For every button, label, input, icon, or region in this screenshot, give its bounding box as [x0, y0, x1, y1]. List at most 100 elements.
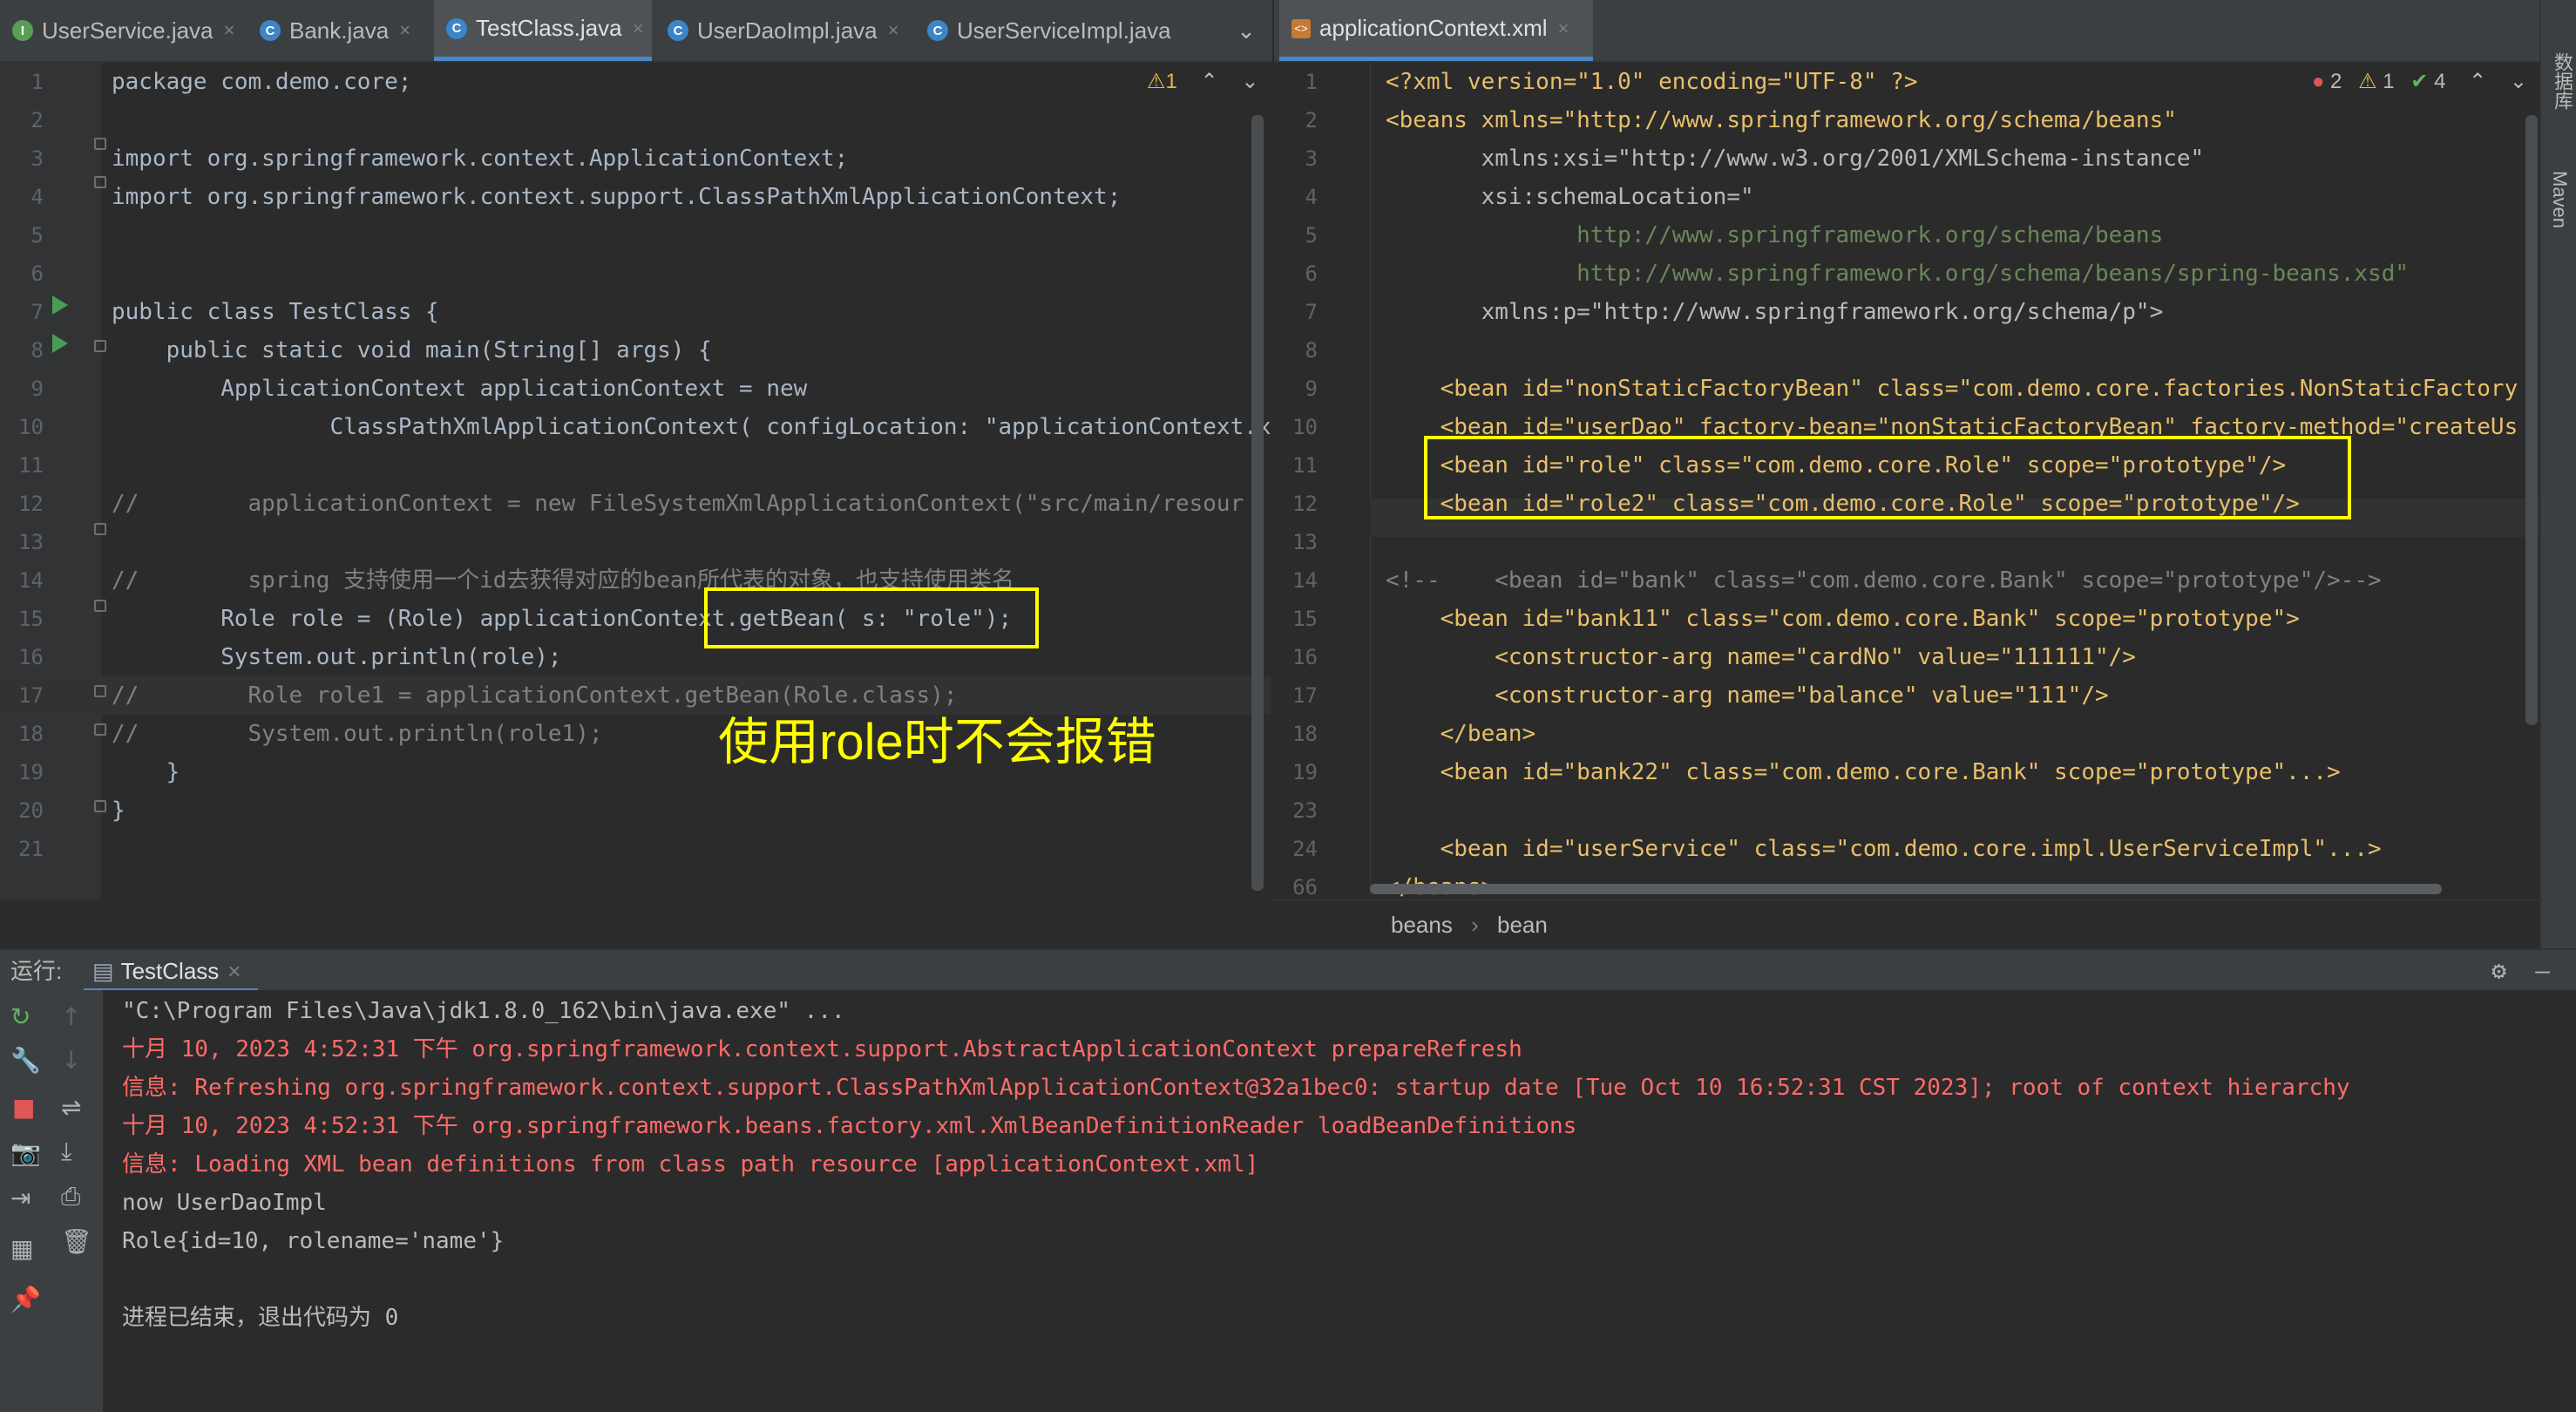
code-text: import org.springframework.context.suppo… — [112, 184, 1122, 210]
close-icon[interactable]: × — [227, 958, 241, 984]
console-line: Role{id=10, rolename='name'} — [122, 1228, 505, 1254]
layout-icon[interactable]: ▦ — [10, 1234, 33, 1263]
line-number: 5 — [1305, 223, 1318, 248]
code-line: 9 ApplicationContext applicationContext … — [0, 370, 1271, 408]
highlight-box-role-beans — [1424, 436, 2351, 519]
stop-icon[interactable]: ■ — [12, 1093, 35, 1122]
minimize-icon[interactable]: — — [2535, 950, 2550, 992]
run-tab-testclass[interactable]: ▤ TestClass × — [84, 950, 258, 992]
tab-label: UserDaoImpl.java — [697, 17, 878, 44]
xml-line: 15 <bean id="bank11" class="com.demo.cor… — [1274, 600, 2539, 638]
class-icon: C — [668, 20, 688, 41]
error-icon: ● — [2311, 70, 2325, 93]
close-icon[interactable]: × — [888, 19, 899, 42]
chevron-down-icon[interactable]: ⌄ — [1241, 70, 1258, 93]
close-icon[interactable]: × — [399, 19, 410, 42]
scroll-to-end-icon[interactable]: ⤓ — [61, 1137, 71, 1166]
xml-line: 4 xsi:schemaLocation=" — [1274, 178, 2539, 216]
java-editor[interactable]: 1 package com.demo.core; 2 3 import org.spri… — [0, 63, 1271, 948]
annotation-text: 使用role时不会报错 — [718, 714, 1156, 770]
console-line: "C:\Program Files\Java\jdk1.8.0_162\bin\… — [122, 998, 845, 1024]
console-line: 十月 10, 2023 4:52:31 下午 org.springframewo… — [122, 1036, 1522, 1062]
tab-label: UserService.java — [42, 17, 214, 44]
line-number: 16 — [1292, 645, 1318, 669]
breadcrumb-item-beans[interactable]: beans — [1391, 912, 1453, 938]
xml-line: 17 <constructor-arg name="balance" value… — [1274, 676, 2539, 715]
print-icon[interactable]: ⎙ — [61, 1182, 80, 1212]
xml-inspection-widget[interactable]: ● 2 ⚠ 1 ✔ 4 ⌃ ⌄ — [2312, 63, 2527, 101]
chevron-up-icon[interactable]: ⌃ — [1201, 70, 1218, 93]
line-number: 12 — [18, 492, 44, 516]
code-line: 12 // applicationContext = new FileSystem… — [0, 485, 1271, 523]
rerun-icon[interactable]: ↻ — [10, 1002, 31, 1031]
line-number: 17 — [18, 683, 44, 708]
close-icon[interactable]: × — [633, 17, 644, 40]
xml-text: <beans xmlns="http://www.springframework… — [1386, 107, 2177, 133]
chevron-down-icon[interactable]: ⌄ — [2510, 70, 2527, 93]
xml-text: <constructor-arg name="balance" value="1… — [1386, 682, 2109, 709]
code-line: 11 — [0, 446, 1271, 485]
line-number: 3 — [31, 146, 44, 171]
code-line: 4 import org.springframework.context.supp… — [0, 178, 1271, 216]
line-number: 7 — [1305, 300, 1318, 324]
xml-line: 5 http://www.springframework.org/schema/… — [1274, 216, 2539, 255]
line-number: 4 — [31, 185, 44, 209]
close-icon[interactable]: × — [224, 19, 235, 42]
xml-line: 3 xmlns:xsi="http://www.w3.org/2001/XMLS… — [1274, 139, 2539, 178]
tabs-dropdown-chevron-icon[interactable]: ⌄ — [1224, 0, 1268, 61]
tab-userdaoimpl[interactable]: C UserDaoImpl.java × — [655, 0, 910, 61]
tab-testclass[interactable]: C TestClass.java × — [434, 0, 652, 61]
code-text: // System.out.println(role1); — [112, 721, 603, 747]
xml-line: 16 <constructor-arg name="cardNo" value=… — [1274, 638, 2539, 676]
chevron-up-icon[interactable]: ⌃ — [2469, 70, 2486, 93]
xml-file-icon: <> — [1291, 18, 1311, 38]
camera-icon[interactable]: 📷 — [10, 1138, 41, 1167]
code-line: 14// spring 支持使用一个id去获得对应的bean所代表的对象，也支持… — [0, 561, 1271, 600]
soft-wrap-icon[interactable]: ⇌ — [61, 1093, 81, 1122]
xml-line: 14 <!-- <bean id="bank" class="com.demo.c… — [1274, 561, 2539, 600]
vertical-scrollbar[interactable] — [2525, 115, 2538, 725]
tab-applicationcontext[interactable]: <> applicationContext.xml × — [1279, 0, 1593, 61]
gear-icon[interactable]: ⚙ — [2491, 950, 2506, 992]
database-tool-tab[interactable]: 数据库 — [2548, 52, 2576, 110]
inspection-widget[interactable]: ⚠1 ⌃ ⌄ — [1147, 63, 1258, 101]
up-arrow-icon[interactable]: ↑ — [61, 1002, 81, 1031]
line-number: 24 — [1292, 837, 1318, 861]
breadcrumb-item-bean[interactable]: bean — [1497, 912, 1548, 938]
line-number: 13 — [18, 530, 44, 554]
vertical-scrollbar[interactable] — [1251, 115, 1264, 891]
xml-text: <?xml version="1.0" encoding="UTF-8" ?> — [1386, 69, 1918, 95]
trash-icon[interactable]: 🗑 — [61, 1227, 92, 1256]
code-text: package com.demo.core; — [112, 69, 412, 95]
tab-label: TestClass.java — [476, 15, 622, 41]
exit-icon[interactable]: ⇥ — [10, 1184, 31, 1212]
down-arrow-icon[interactable]: ↓ — [61, 1046, 81, 1075]
xml-text: xsi:schemaLocation=" — [1386, 184, 1754, 210]
console-output[interactable]: "C:\Program Files\Java\jdk1.8.0_162\bin\… — [103, 990, 2576, 1412]
run-config-icon: ▤ — [92, 958, 114, 984]
code-text: public class TestClass { — [112, 299, 439, 325]
console-line: 进程已结束，退出代码为 0 — [122, 1305, 399, 1331]
right-tool-sidebar: 数据库 Maven — [2539, 0, 2576, 948]
line-number: 18 — [1292, 722, 1318, 746]
left-tab-bar: I UserService.java × C Bank.java × C Tes… — [0, 0, 1272, 63]
maven-tool-tab[interactable]: Maven — [2548, 171, 2571, 228]
code-line: 8 public static void main(String[] args)… — [0, 331, 1271, 370]
ok-icon: ✔ — [2410, 70, 2429, 93]
xml-editor[interactable]: 1 <?xml version="1.0" encoding="UTF-8" ?>… — [1274, 63, 2539, 898]
tab-userserviceimpl[interactable]: C UserServiceImpl.java — [915, 0, 1211, 61]
line-number: 7 — [31, 300, 44, 324]
tab-userservice[interactable]: I UserService.java × — [0, 0, 244, 61]
xml-text: <!-- <bean id="bank" class="com.demo.cor… — [1386, 567, 2382, 594]
line-number: 23 — [1292, 798, 1318, 823]
close-icon[interactable]: × — [1558, 17, 1569, 40]
code-text: public static void main(String[] args) { — [112, 337, 712, 363]
code-line: 16 System.out.println(role); — [0, 638, 1271, 676]
line-number: 8 — [1305, 338, 1318, 363]
tab-bank[interactable]: C Bank.java × — [247, 0, 430, 61]
code-line: 21 — [0, 830, 1271, 868]
right-tab-bar: <> applicationContext.xml × — [1274, 0, 2539, 63]
wrench-icon[interactable]: 🔧 — [10, 1046, 41, 1075]
horizontal-scrollbar[interactable] — [1370, 884, 2442, 894]
pin-icon[interactable]: 📌 — [10, 1285, 41, 1314]
